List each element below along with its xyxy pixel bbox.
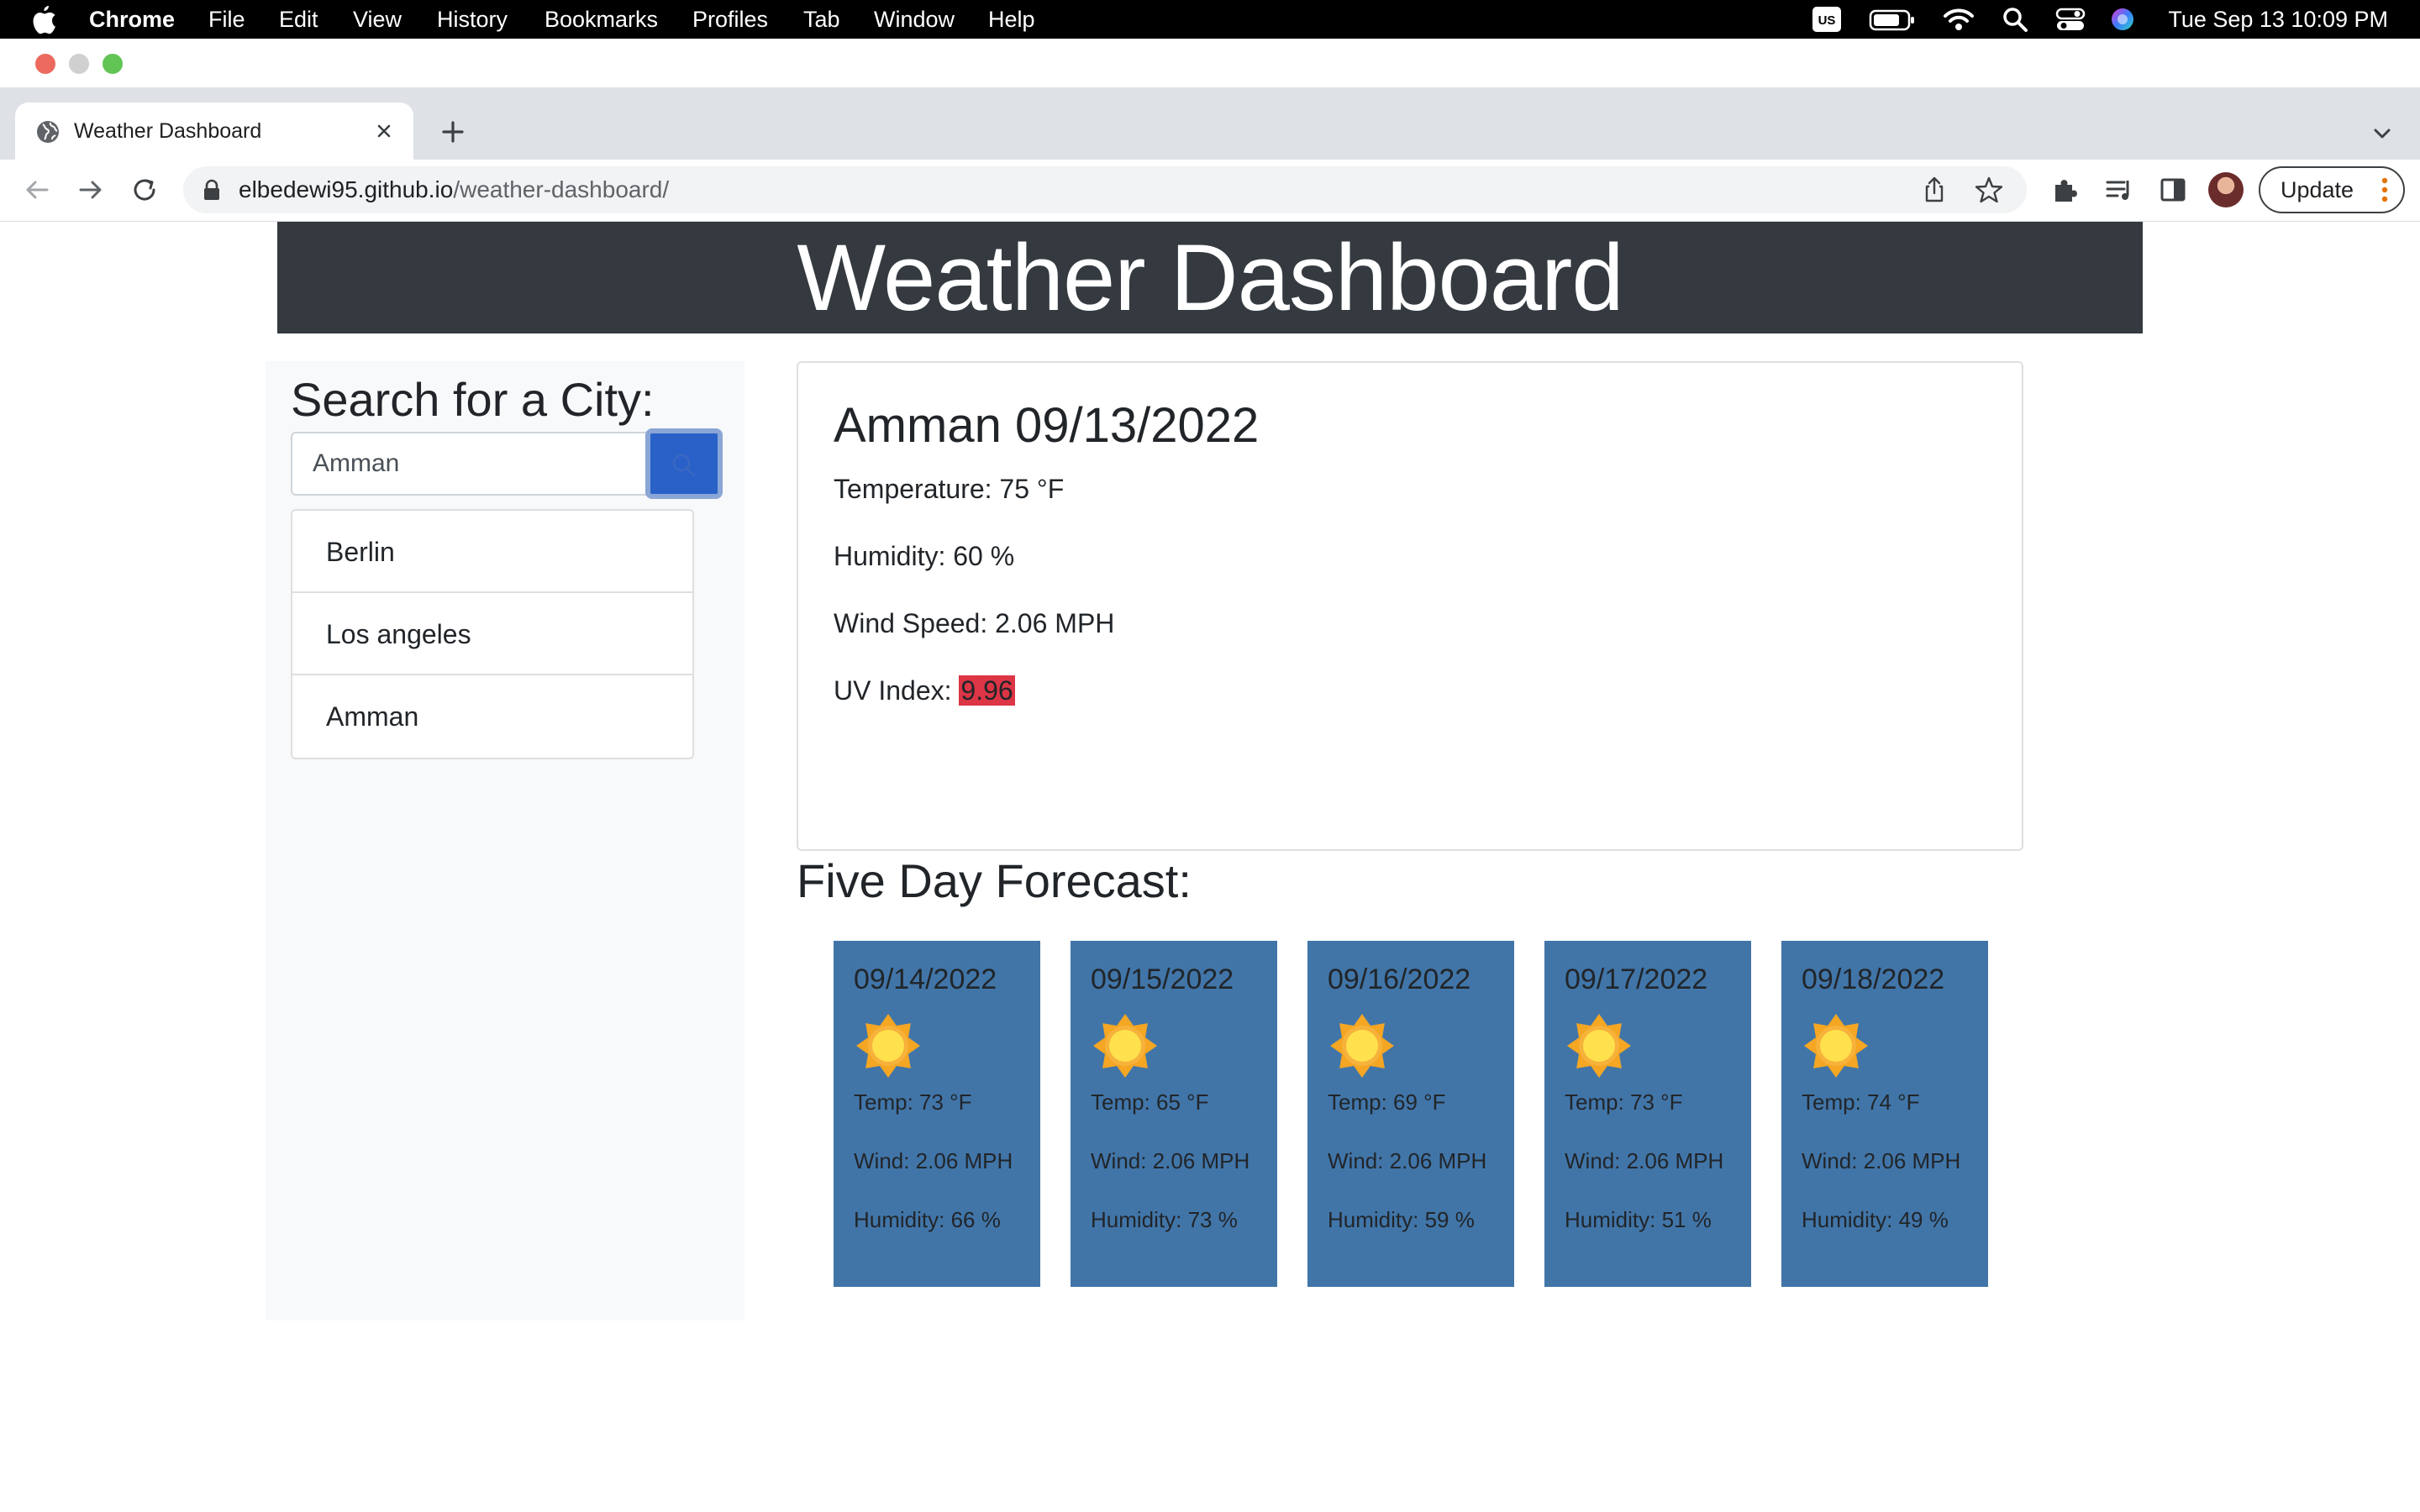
search-history-list: Berlin Los angeles Amman — [291, 509, 694, 759]
current-uv-row: UV Index: 9.96 — [834, 674, 1015, 707]
side-panel-icon[interactable] — [2156, 173, 2190, 207]
forecast-card: 09/16/2022 Temp: 69 °F Wind: 2.06 MPH Hu… — [1307, 941, 1514, 1287]
window-title-bar — [0, 39, 2420, 87]
forecast-date: 09/14/2022 — [854, 963, 997, 995]
input-source-label: US — [1818, 13, 1836, 28]
forecast-card: 09/18/2022 Temp: 74 °F Wind: 2.06 MPH Hu… — [1781, 941, 1988, 1287]
sun-icon — [1804, 1014, 1868, 1078]
forecast-temp: Temp: 69 °F — [1328, 1089, 1446, 1115]
new-tab-icon[interactable] — [435, 114, 471, 150]
forecast-wind: Wind: 2.06 MPH — [1091, 1148, 1250, 1173]
menu-help[interactable]: Help — [988, 0, 1035, 39]
uv-index-badge: 9.96 — [959, 675, 1015, 706]
menu-bar-clock[interactable]: Tue Sep 13 10:09 PM — [2168, 0, 2388, 39]
history-item-amman[interactable]: Amman — [292, 675, 692, 758]
current-weather-card: Amman 09/13/2022 Temperature: 75 °F Humi… — [797, 361, 2023, 851]
sun-icon — [1567, 1014, 1631, 1078]
forecast-humidity: Humidity: 73 % — [1091, 1207, 1238, 1232]
url-text[interactable]: elbedewi95.github.io/weather-dashboard/ — [239, 176, 669, 204]
forecast-wind: Wind: 2.06 MPH — [1565, 1148, 1724, 1173]
search-sidebar: Search for a City: Berlin Los angeles Am… — [266, 361, 744, 1320]
forecast-date: 09/15/2022 — [1091, 963, 1234, 995]
wifi-icon[interactable] — [1943, 6, 1975, 33]
more-options-icon — [2381, 177, 2388, 202]
update-label: Update — [2281, 177, 2354, 202]
spotlight-search-icon[interactable] — [2002, 6, 2028, 33]
browser-tab[interactable]: Weather Dashboard — [15, 102, 413, 160]
current-city-date: Amman 09/13/2022 — [834, 398, 1260, 453]
search-icon — [672, 454, 696, 477]
current-temperature: Temperature: 75 °F — [834, 474, 1065, 504]
forecast-card: 09/17/2022 Temp: 73 °F Wind: 2.06 MPH Hu… — [1544, 941, 1751, 1287]
forecast-heading: Five Day Forecast: — [797, 854, 1192, 907]
forecast-humidity: Humidity: 59 % — [1328, 1207, 1475, 1232]
uv-label: UV Index: — [834, 675, 960, 706]
sun-icon — [1330, 1014, 1394, 1078]
forecast-temp: Temp: 73 °F — [1565, 1089, 1683, 1115]
forecast-temp: Temp: 65 °F — [1091, 1089, 1209, 1115]
forecast-wind: Wind: 2.06 MPH — [854, 1148, 1013, 1173]
tab-title: Weather Dashboard — [74, 119, 262, 143]
menu-edit[interactable]: Edit — [279, 0, 318, 39]
forecast-temp: Temp: 74 °F — [1802, 1089, 1920, 1115]
city-search-input[interactable] — [291, 432, 647, 496]
siri-icon[interactable] — [2109, 6, 2136, 33]
control-center-icon[interactable] — [2055, 6, 2086, 33]
menu-bookmarks[interactable]: Bookmarks — [544, 0, 658, 39]
tab-search-chevron-icon[interactable] — [2368, 119, 2396, 148]
menu-file[interactable]: File — [208, 0, 245, 39]
history-item-berlin[interactable]: Berlin — [292, 511, 692, 593]
forecast-card: 09/15/2022 Temp: 65 °F Wind: 2.06 MPH Hu… — [1071, 941, 1277, 1287]
battery-icon[interactable] — [1869, 6, 1916, 33]
minimize-window-button[interactable] — [69, 54, 89, 74]
history-item-los-angeles[interactable]: Los angeles — [292, 593, 692, 675]
current-humidity: Humidity: 60 % — [834, 541, 1015, 571]
search-button[interactable] — [645, 428, 723, 499]
forecast-humidity: Humidity: 49 % — [1802, 1207, 1949, 1232]
profile-avatar[interactable] — [2208, 172, 2244, 207]
close-window-button[interactable] — [35, 54, 55, 74]
page-title: Weather Dashboard — [797, 225, 1623, 330]
menu-window[interactable]: Window — [874, 0, 955, 39]
address-bar[interactable]: elbedewi95.github.io/weather-dashboard/ — [183, 166, 2027, 213]
back-arrow-icon[interactable] — [20, 173, 54, 207]
reload-icon[interactable] — [128, 173, 161, 207]
input-source-icon[interactable]: US — [1812, 6, 1842, 33]
extensions-puzzle-icon[interactable] — [2049, 173, 2082, 207]
forecast-wind: Wind: 2.06 MPH — [1802, 1148, 1961, 1173]
menu-view[interactable]: View — [353, 0, 402, 39]
search-heading: Search for a City: — [291, 373, 655, 426]
menu-tab[interactable]: Tab — [803, 0, 840, 39]
menu-history[interactable]: History — [437, 0, 508, 39]
sun-icon — [856, 1014, 920, 1078]
maximize-window-button[interactable] — [103, 54, 123, 74]
menu-app-name[interactable]: Chrome — [89, 0, 175, 39]
menu-profiles[interactable]: Profiles — [692, 0, 768, 39]
bookmark-star-icon[interactable] — [1973, 174, 2005, 206]
forward-arrow-icon[interactable] — [74, 173, 108, 207]
forecast-humidity: Humidity: 51 % — [1565, 1207, 1712, 1232]
lock-icon[interactable] — [202, 179, 222, 201]
url-host: elbedewi95.github.io — [239, 176, 454, 202]
page-header: Weather Dashboard — [277, 222, 2143, 333]
forecast-date: 09/16/2022 — [1328, 963, 1471, 995]
forecast-date: 09/18/2022 — [1802, 963, 1945, 995]
forecast-date: 09/17/2022 — [1565, 963, 1708, 995]
forecast-humidity: Humidity: 66 % — [854, 1207, 1001, 1232]
url-path: /weather-dashboard/ — [453, 176, 670, 202]
current-wind-speed: Wind Speed: 2.06 MPH — [834, 608, 1115, 638]
media-controls-icon[interactable] — [2102, 173, 2136, 207]
sun-icon — [1093, 1014, 1157, 1078]
forecast-card: 09/14/2022 Temp: 73 °F Wind: 2.06 MPH Hu… — [834, 941, 1040, 1287]
macos-menu-bar: Chrome File Edit View History Bookmarks … — [0, 0, 2420, 39]
close-tab-icon[interactable] — [370, 117, 398, 145]
apple-logo-icon[interactable] — [30, 4, 57, 34]
forecast-wind: Wind: 2.06 MPH — [1328, 1148, 1487, 1173]
globe-icon — [37, 121, 59, 143]
chrome-update-button[interactable]: Update — [2259, 166, 2405, 213]
forecast-temp: Temp: 73 °F — [854, 1089, 972, 1115]
share-icon[interactable] — [1919, 175, 1949, 205]
